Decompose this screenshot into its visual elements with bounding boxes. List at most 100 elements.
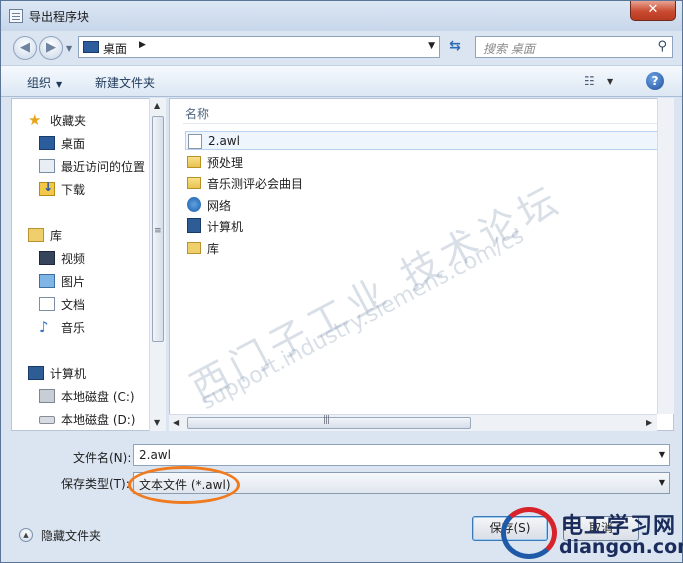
download-icon [39, 180, 55, 196]
chevron-down-icon[interactable]: ▼ [659, 450, 665, 459]
picture-icon [39, 274, 55, 288]
file-icon [188, 134, 202, 149]
new-folder-button[interactable]: 新建文件夹 [95, 74, 155, 91]
drive-icon [39, 416, 55, 424]
save-dialog-window: 导出程序块 ✕ ◀ ▶ ▼ 桌面 ▶ ▼ ⇆ 搜索 桌面 ⚲ 组织 ▼ 新建文件夹… [0, 0, 683, 563]
nav-item-videos[interactable]: 视频 [39, 248, 149, 268]
library-item[interactable]: 库 [185, 238, 385, 257]
desktop-icon [83, 41, 99, 53]
nav-label: 计算机 [50, 367, 87, 381]
title-bar[interactable]: 导出程序块 ✕ [1, 1, 682, 31]
nav-label: 文档 [61, 298, 86, 312]
filetype-label: 保存类型(T): [61, 477, 130, 491]
scrollbar-grip-icon: ||| [323, 415, 330, 425]
document-icon [39, 297, 55, 311]
folder-icon [187, 156, 201, 168]
music-icon: ♪ [39, 318, 49, 336]
scrollbar-grip-icon: ≡ [154, 226, 162, 236]
close-button[interactable]: ✕ [630, 1, 676, 21]
nav-item-music[interactable]: ♪ 音乐 [39, 317, 149, 337]
view-options-icon[interactable]: ☷ [584, 74, 595, 88]
file-item[interactable]: 2.awl [185, 131, 673, 150]
nav-libraries[interactable]: 库 [28, 225, 148, 245]
logo-ring-icon [501, 507, 557, 559]
computer-icon [28, 366, 44, 380]
file-name: 计算机 [207, 220, 244, 234]
scroll-down-icon[interactable]: ▼ [154, 418, 160, 427]
network-item[interactable]: 网络 [185, 195, 385, 214]
recent-locations-dropdown-icon[interactable]: ▼ [66, 44, 72, 53]
forward-button[interactable]: ▶ [39, 36, 63, 60]
file-name: 网络 [207, 199, 232, 213]
navigation-pane: ★ 收藏夹 桌面 最近访问的位置 下载 库 视频 图片 文档 [11, 98, 166, 431]
nav-computer[interactable]: 计算机 [28, 363, 148, 383]
nav-label: 最近访问的位置 [61, 160, 146, 174]
network-icon [187, 197, 201, 212]
header-divider [183, 123, 669, 124]
nav-label: 桌面 [61, 137, 86, 151]
nav-label: 库 [50, 229, 63, 243]
file-list-horizontal-scrollbar[interactable]: ◀ ||| ▶ [169, 414, 657, 431]
folder-icon [187, 177, 201, 189]
nav-favorites[interactable]: ★ 收藏夹 [28, 110, 148, 130]
scroll-right-icon[interactable]: ▶ [646, 418, 652, 427]
file-name: 库 [207, 242, 220, 256]
nav-item-documents[interactable]: 文档 [39, 294, 149, 314]
nav-label: 视频 [61, 252, 86, 266]
computer-icon [187, 218, 201, 233]
folder-item[interactable]: 预处理 [185, 152, 385, 171]
arrow-right-icon: ▶ [46, 40, 56, 55]
folder-item[interactable]: 音乐测评必会曲目 [185, 173, 385, 192]
nav-item-recent-places[interactable]: 最近访问的位置 [39, 156, 157, 176]
nav-label: 音乐 [61, 321, 86, 335]
video-icon [39, 251, 55, 265]
arrow-left-icon: ◀ [20, 40, 30, 55]
nav-label: 图片 [61, 275, 86, 289]
window-icon [9, 9, 23, 23]
nav-item-desktop[interactable]: 桌面 [39, 133, 149, 153]
nav-item-drive-d[interactable]: 本地磁盘 (D:) [39, 409, 154, 429]
windows-drive-icon [39, 389, 55, 403]
filename-label: 文件名(N): [73, 451, 132, 465]
logo-text-en: diangon.com [559, 536, 683, 558]
desktop-icon [39, 136, 55, 150]
library-icon [28, 228, 44, 242]
organize-button[interactable]: 组织 ▼ [27, 74, 62, 91]
back-button[interactable]: ◀ [13, 36, 37, 60]
refresh-button[interactable]: ⇆ [442, 36, 468, 58]
search-icon[interactable]: ⚲ [657, 39, 667, 54]
window-title: 导出程序块 [29, 10, 90, 24]
help-icon[interactable]: ? [646, 72, 664, 90]
filename-value[interactable]: 2.awl [139, 448, 171, 462]
column-header-name[interactable]: 名称 [185, 105, 209, 122]
breadcrumb-desktop[interactable]: 桌面 [103, 40, 127, 57]
address-dropdown-icon[interactable]: ▼ [428, 41, 435, 51]
file-name: 2.awl [208, 134, 240, 148]
highlight-ring [128, 466, 240, 504]
hide-folders-label: 隐藏文件夹 [41, 529, 102, 543]
recent-places-icon [39, 159, 55, 173]
nav-label: 下载 [61, 183, 86, 197]
address-bar[interactable]: 桌面 ▶ ▼ [78, 36, 440, 58]
refresh-icon: ⇆ [449, 38, 461, 54]
library-icon [187, 242, 201, 254]
filename-input[interactable]: 2.awl ▼ [133, 444, 670, 466]
file-list-vertical-scrollbar[interactable] [657, 98, 674, 414]
chevron-down-icon[interactable]: ▼ [659, 478, 665, 487]
star-icon: ★ [28, 111, 42, 129]
chevron-up-icon: ▲ [19, 528, 33, 542]
search-box[interactable]: 搜索 桌面 ⚲ [475, 36, 673, 58]
scroll-left-icon[interactable]: ◀ [173, 418, 179, 427]
command-toolbar: 组织 ▼ 新建文件夹 ☷ ▼ ? [1, 65, 682, 97]
view-dropdown-icon[interactable]: ▼ [607, 77, 613, 86]
organize-label: 组织 [27, 76, 52, 90]
nav-item-drive-c[interactable]: 本地磁盘 (C:) [39, 386, 154, 406]
nav-item-downloads[interactable]: 下载 [39, 179, 149, 199]
navigation-scrollbar[interactable]: ▲ ≡ ▼ [149, 98, 166, 431]
nav-label: 本地磁盘 (D:) [61, 413, 136, 427]
file-name: 预处理 [207, 156, 244, 170]
breadcrumb-chevron-icon[interactable]: ▶ [139, 40, 146, 50]
scroll-up-icon[interactable]: ▲ [154, 101, 160, 110]
computer-item[interactable]: 计算机 [185, 216, 385, 235]
nav-item-pictures[interactable]: 图片 [39, 271, 149, 291]
